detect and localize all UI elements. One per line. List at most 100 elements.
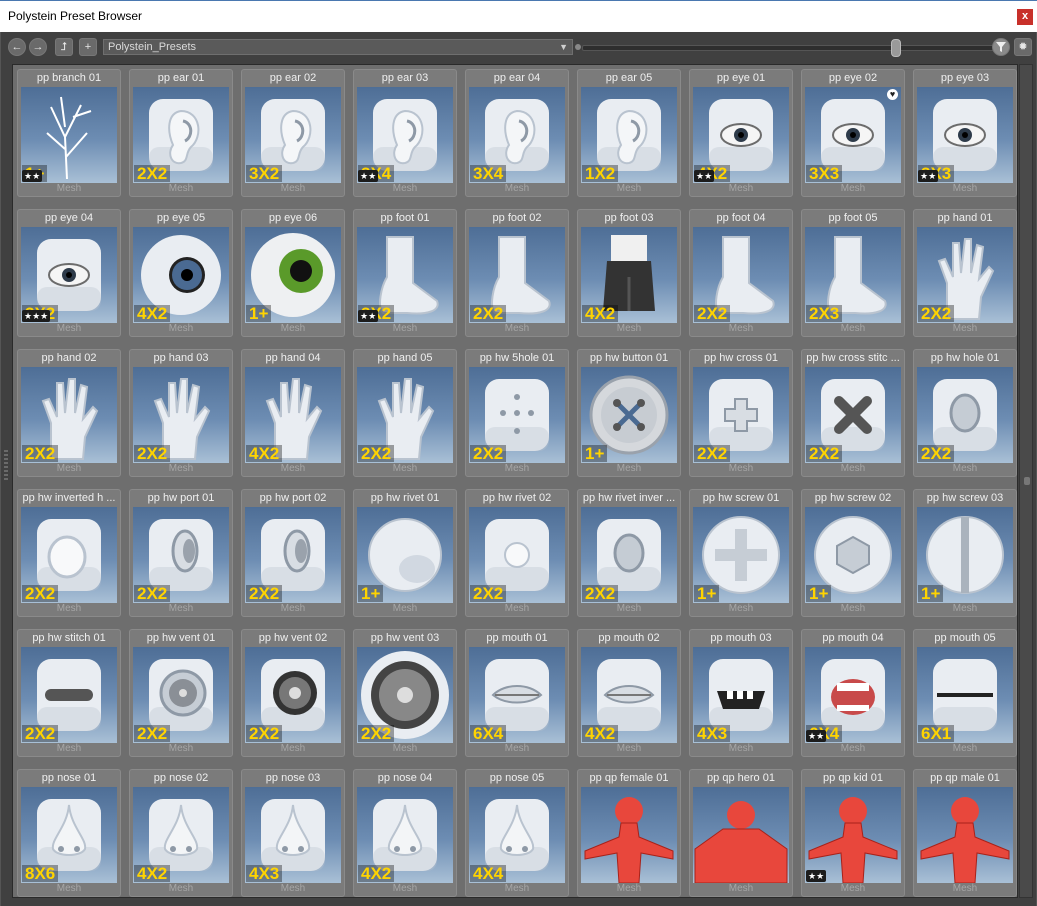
preset-tile[interactable]: pp mouth 02 4X2 Mesh — [577, 629, 681, 757]
size-badge: 3X4 — [470, 165, 507, 182]
preset-tile[interactable]: pp ear 02 3X2 Mesh — [241, 69, 345, 197]
preset-tile[interactable]: pp ear 01 2X2 Mesh — [129, 69, 233, 197]
preset-tile[interactable]: pp hw vent 01 2X2 Mesh — [129, 629, 233, 757]
filter-icon[interactable] — [992, 38, 1010, 56]
preset-tile[interactable]: pp eye 06 1+ Mesh — [241, 209, 345, 337]
preset-name: pp hw vent 02 — [258, 632, 328, 644]
title-bar: Polystein Preset Browser x — [0, 0, 1037, 32]
size-badge: 1+ — [806, 585, 832, 602]
preset-tile[interactable]: pp hw rivet 01 1+ Mesh — [353, 489, 457, 617]
preset-thumbnail: 4X2★★ — [693, 87, 789, 183]
preset-tile[interactable]: pp ear 05 1X2 Mesh — [577, 69, 681, 197]
preset-thumbnail: 1X2 — [581, 87, 677, 183]
preset-tile[interactable]: pp hw inverted h ... 2X2 Mesh — [17, 489, 121, 617]
plus-icon[interactable]: + — [79, 38, 97, 56]
arrow-right-icon[interactable]: → — [29, 38, 47, 56]
preset-type: Mesh — [840, 463, 866, 474]
gear-icon[interactable]: ✹ — [1014, 38, 1032, 56]
size-badge: 1+ — [246, 305, 272, 322]
folder-up-icon[interactable]: ⮥ — [55, 38, 73, 56]
preset-name: pp mouth 03 — [710, 632, 772, 644]
preset-name: pp mouth 02 — [598, 632, 660, 644]
preset-tile[interactable]: pp eye 05 4X2 Mesh — [129, 209, 233, 337]
preset-tile[interactable]: pp mouth 05 6X1 Mesh — [913, 629, 1017, 757]
preset-tile[interactable]: pp eye 02 3X3 ♥ Mesh — [801, 69, 905, 197]
preset-tile[interactable]: pp nose 02 4X2 Mesh — [129, 769, 233, 897]
preset-tile[interactable]: pp nose 05 4X4 Mesh — [465, 769, 569, 897]
scrollbar-grip[interactable] — [1024, 477, 1030, 485]
size-badge: 2X2 — [806, 445, 843, 462]
rating-stars-icon: ★★ — [694, 170, 715, 182]
preset-tile[interactable]: pp hw 5hole 01 2X2 Mesh — [465, 349, 569, 477]
preset-name: pp ear 05 — [605, 72, 653, 84]
preset-tile[interactable]: pp mouth 03 4X3 Mesh — [689, 629, 793, 757]
preset-type: Mesh — [392, 323, 418, 334]
preset-type: Mesh — [56, 463, 82, 474]
size-badge: 4X2 — [246, 445, 283, 462]
preset-tile[interactable]: pp hw screw 02 1+ Mesh — [801, 489, 905, 617]
preset-tile[interactable]: pp hand 05 2X2 Mesh — [353, 349, 457, 477]
preset-name: pp ear 03 — [381, 72, 429, 84]
preset-tile[interactable]: pp hw cross 01 2X2 Mesh — [689, 349, 793, 477]
preset-tile[interactable]: pp hw screw 03 1+ Mesh — [913, 489, 1017, 617]
size-badge: 2X2 — [470, 445, 507, 462]
preset-tile[interactable]: pp foot 04 2X2 Mesh — [689, 209, 793, 337]
preset-type: Mesh — [392, 743, 418, 754]
preset-tile[interactable]: pp nose 03 4X3 Mesh — [241, 769, 345, 897]
path-dropdown[interactable]: Polystein_Presets ▼ — [103, 39, 573, 55]
preset-tile[interactable]: pp qp female 01 Mesh — [577, 769, 681, 897]
preset-tile[interactable]: pp hand 03 2X2 Mesh — [129, 349, 233, 477]
preset-tile[interactable]: pp mouth 04 6X4★★Mesh — [801, 629, 905, 757]
preset-tile[interactable]: pp hw button 01 1+ Mesh — [577, 349, 681, 477]
preset-tile[interactable]: pp eye 03 3X3★★Mesh — [913, 69, 1017, 197]
size-badge: 4X3 — [246, 865, 283, 882]
size-badge: 2X2 — [134, 445, 171, 462]
preset-type: Mesh — [280, 323, 306, 334]
preset-tile[interactable]: pp qp kid 01 ★★ Mesh — [801, 769, 905, 897]
panel-resize-grip[interactable] — [4, 450, 8, 480]
preset-tile[interactable]: pp hand 02 2X2 Mesh — [17, 349, 121, 477]
preset-tile[interactable]: pp branch 01 1+★★Mesh — [17, 69, 121, 197]
close-button[interactable]: x — [1017, 9, 1033, 25]
preset-tile[interactable]: pp hw cross stitc ... 2X2 Mesh — [801, 349, 905, 477]
preset-tile[interactable]: pp hw port 02 2X2 Mesh — [241, 489, 345, 617]
preset-name: pp branch 01 — [36, 72, 102, 84]
preset-tile[interactable]: pp hw stitch 01 2X2 Mesh — [17, 629, 121, 757]
preset-name: pp hand 05 — [377, 352, 433, 364]
preset-tile[interactable]: pp hw hole 01 2X2 Mesh — [913, 349, 1017, 477]
preset-tile[interactable]: pp qp male 01 Mesh — [913, 769, 1017, 897]
rating-stars-icon: ★★ — [358, 170, 379, 182]
thumbnail-size-slider[interactable] — [575, 39, 1001, 57]
preset-tile[interactable]: pp qp hero 01 Mesh — [689, 769, 793, 897]
preset-type: Mesh — [840, 323, 866, 334]
preset-tile[interactable]: pp hw rivet 02 2X2 Mesh — [465, 489, 569, 617]
slider-handle[interactable] — [891, 39, 901, 57]
preset-tile[interactable]: pp eye 04 3X2★★★Mesh — [17, 209, 121, 337]
preset-thumbnail: 1+ — [693, 507, 789, 603]
preset-tile[interactable]: pp ear 03 3X4★★Mesh — [353, 69, 457, 197]
size-badge: 4X4 — [470, 865, 507, 882]
preset-thumbnail: 4X4 — [469, 787, 565, 883]
preset-tile[interactable]: pp eye 01 4X2★★Mesh — [689, 69, 793, 197]
preset-tile[interactable]: pp ear 04 3X4 Mesh — [465, 69, 569, 197]
preset-tile[interactable]: pp foot 02 2X2 Mesh — [465, 209, 569, 337]
size-badge: 2X2 — [582, 585, 619, 602]
favorite-heart-icon[interactable]: ♥ — [887, 89, 898, 100]
preset-name: pp eye 01 — [716, 72, 766, 84]
preset-tile[interactable]: pp hand 01 2X2 Mesh — [913, 209, 1017, 337]
preset-tile[interactable]: pp hand 04 4X2 Mesh — [241, 349, 345, 477]
arrow-left-icon[interactable]: ← — [8, 38, 26, 56]
preset-tile[interactable]: pp hw port 01 2X2 Mesh — [129, 489, 233, 617]
preset-thumbnail: 4X2 — [581, 647, 677, 743]
preset-tile[interactable]: pp mouth 01 6X4 Mesh — [465, 629, 569, 757]
scrollbar[interactable] — [1019, 64, 1033, 898]
preset-tile[interactable]: pp hw vent 02 2X2 Mesh — [241, 629, 345, 757]
preset-tile[interactable]: pp hw screw 01 1+ Mesh — [689, 489, 793, 617]
preset-tile[interactable]: pp hw vent 03 2X2 Mesh — [353, 629, 457, 757]
preset-tile[interactable]: pp hw rivet inver ... 2X2 Mesh — [577, 489, 681, 617]
preset-tile[interactable]: pp foot 03 4X2 Mesh — [577, 209, 681, 337]
preset-tile[interactable]: pp nose 04 4X2 Mesh — [353, 769, 457, 897]
preset-tile[interactable]: pp nose 01 8X6 Mesh — [17, 769, 121, 897]
preset-tile[interactable]: pp foot 01 3X2★★Mesh — [353, 209, 457, 337]
preset-tile[interactable]: pp foot 05 2X3 Mesh — [801, 209, 905, 337]
